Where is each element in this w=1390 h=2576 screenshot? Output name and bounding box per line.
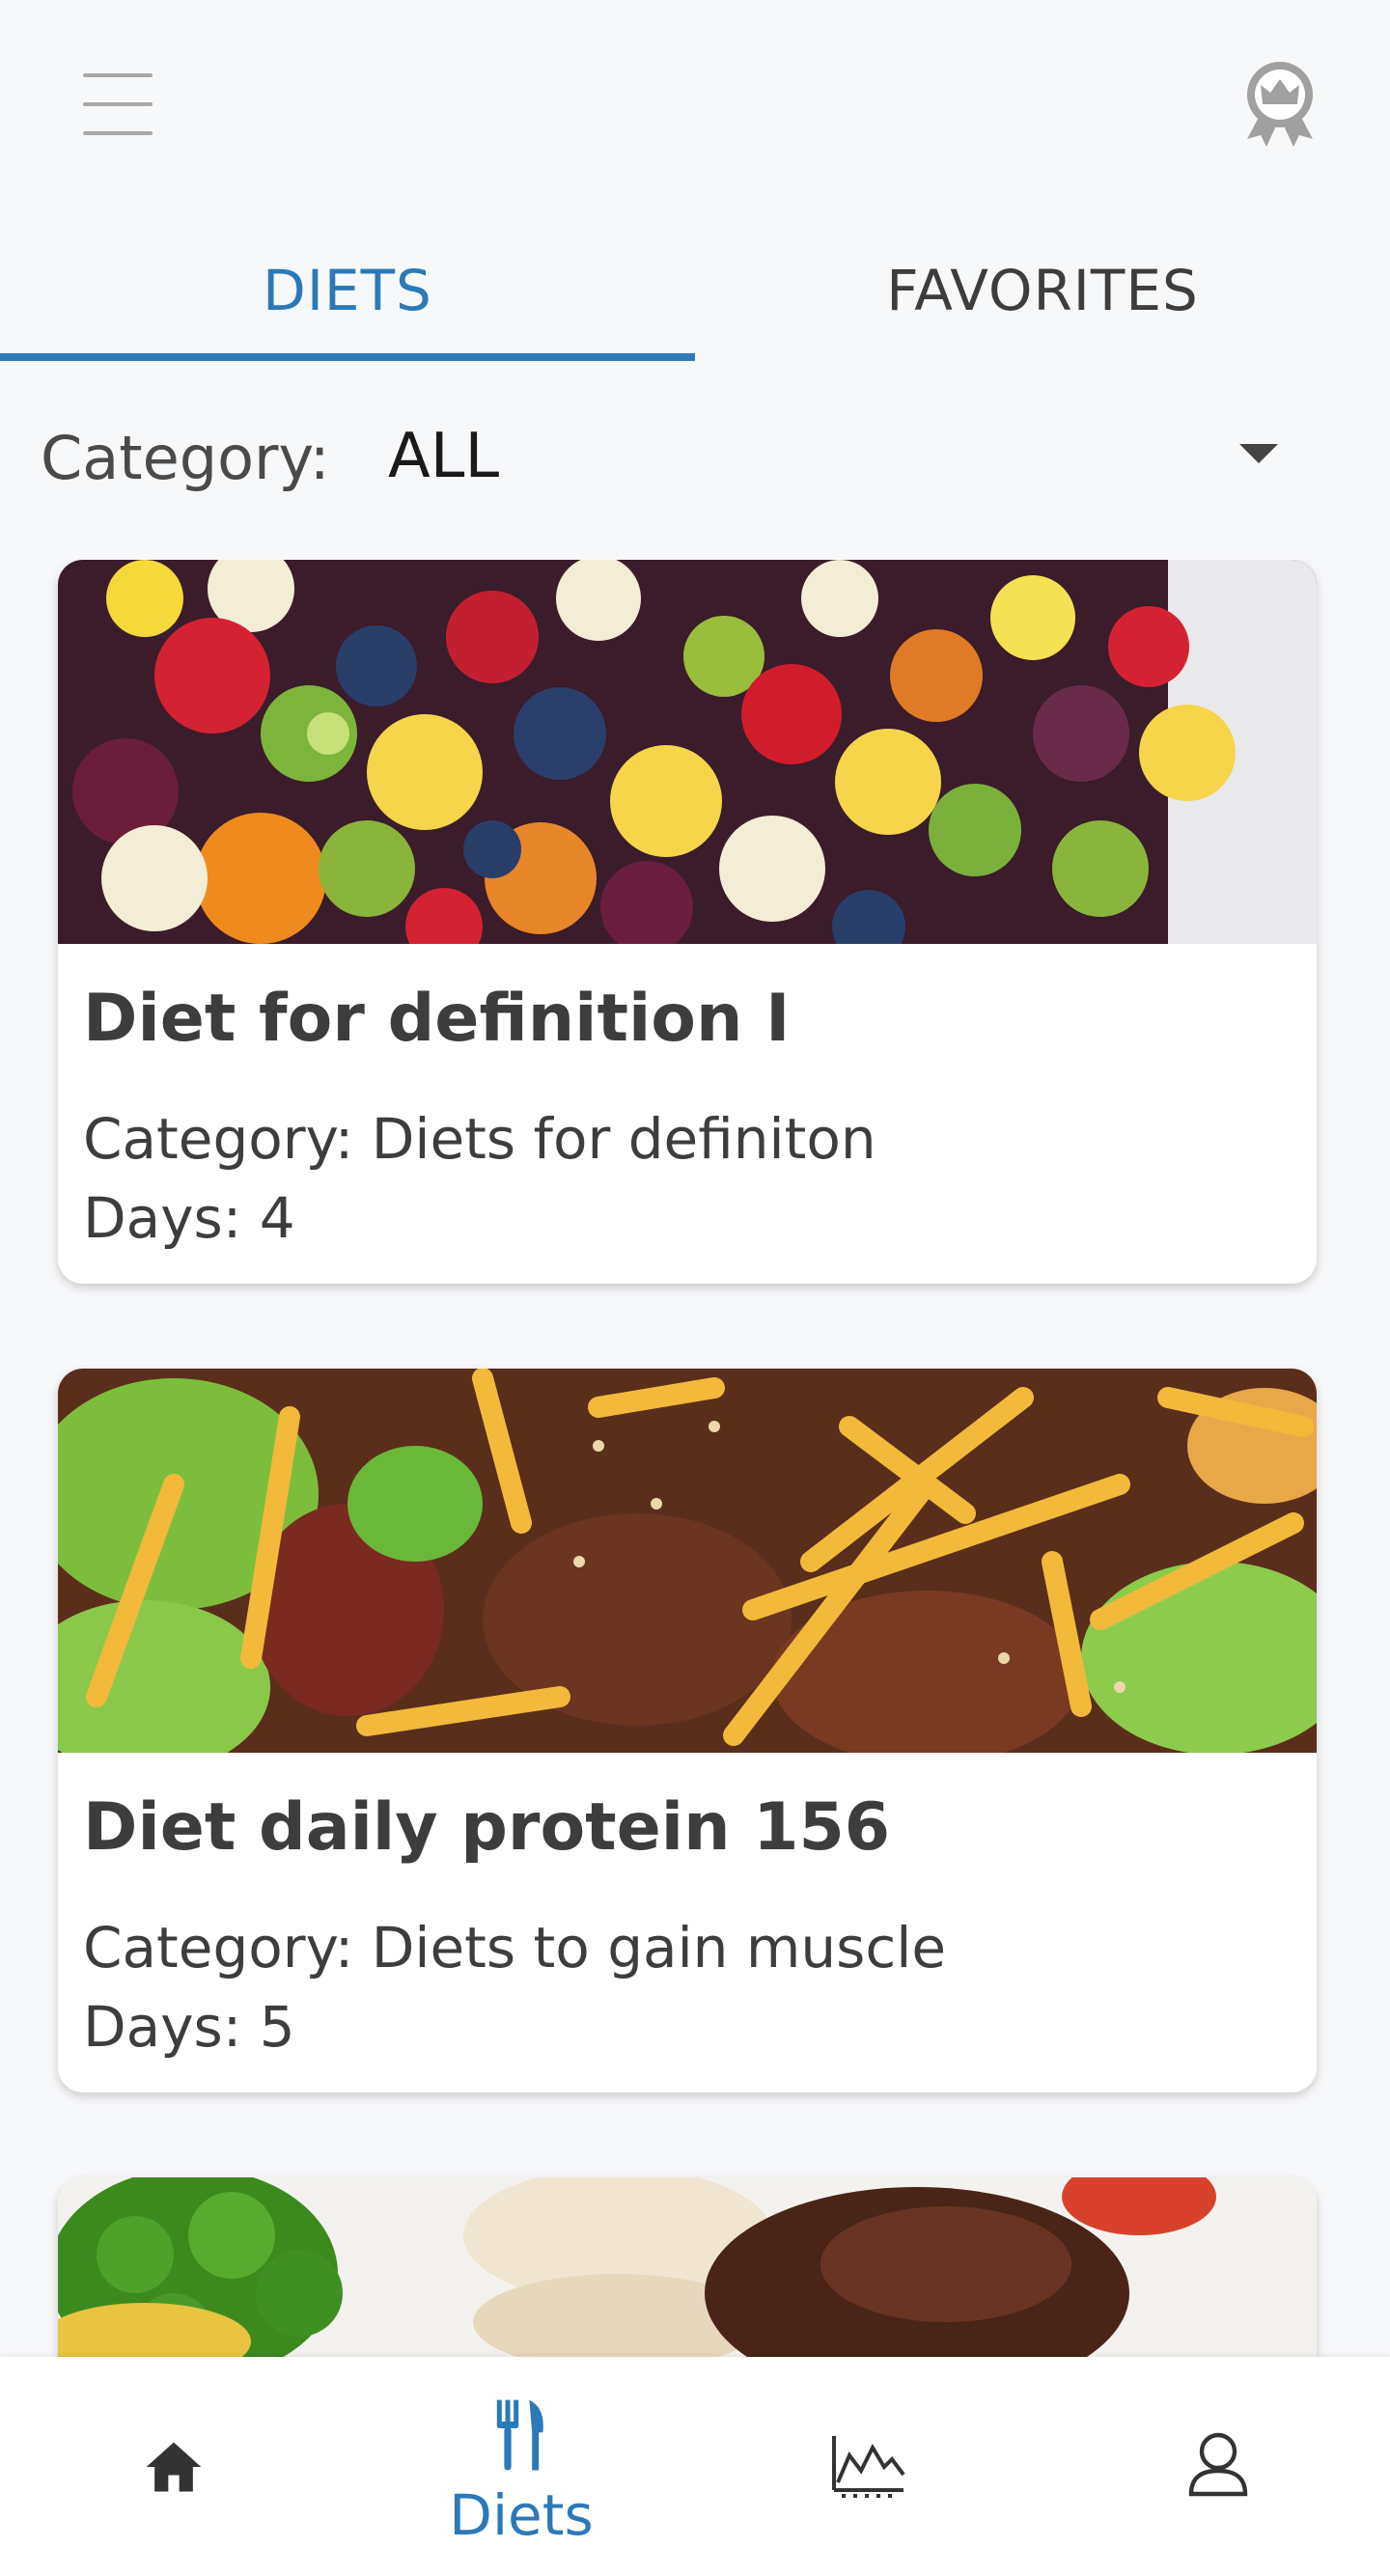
- diet-days: Days: 5: [83, 1994, 295, 2060]
- tab-diets[interactable]: DIETS: [0, 220, 695, 361]
- hamburger-menu-icon[interactable]: [83, 73, 156, 137]
- category-filter[interactable]: Category: ALL: [0, 405, 1390, 512]
- home-icon: [146, 2442, 202, 2492]
- app-bar: [0, 0, 1390, 193]
- nav-profile[interactable]: [1042, 2357, 1390, 2576]
- diet-image-taco-salad: [58, 1369, 1317, 1753]
- diet-card[interactable]: [58, 2177, 1317, 2357]
- diet-image-broccoli-plate: [58, 2177, 1317, 2357]
- nav-progress[interactable]: [695, 2357, 1042, 2576]
- nav-home[interactable]: [0, 2357, 348, 2576]
- diet-category: Category: Diets to gain muscle: [83, 1915, 947, 1980]
- diet-days: Days: 4: [83, 1185, 295, 1251]
- active-tab-indicator: [0, 353, 695, 361]
- diet-title: Diet for definition I: [83, 981, 791, 1057]
- fork-knife-icon: [496, 2399, 543, 2471]
- award-ribbon-icon[interactable]: [1234, 56, 1326, 149]
- profile-icon: [1188, 2432, 1248, 2497]
- diet-image-fruit-salad: [58, 560, 1317, 944]
- diet-title: Diet daily protein 156: [83, 1789, 891, 1866]
- diet-category: Category: Diets for definiton: [83, 1106, 876, 1172]
- diet-list[interactable]: Diet for definition I Category: Diets fo…: [0, 560, 1390, 2357]
- nav-diets[interactable]: Diets: [348, 2357, 695, 2576]
- dropdown-arrow-icon[interactable]: [1239, 444, 1278, 463]
- category-label: Category:: [41, 423, 330, 493]
- bottom-navigation: Diets: [0, 2357, 1390, 2576]
- category-dropdown[interactable]: ALL: [388, 421, 499, 492]
- tab-bar: DIETS FAVORITES: [0, 220, 1390, 361]
- nav-diets-label: Diets: [449, 2482, 594, 2548]
- diet-card[interactable]: Diet daily protein 156 Category: Diets t…: [58, 1369, 1317, 2092]
- chart-icon: [832, 2436, 905, 2498]
- diet-card[interactable]: Diet for definition I Category: Diets fo…: [58, 560, 1317, 1284]
- tab-favorites[interactable]: FAVORITES: [695, 220, 1390, 361]
